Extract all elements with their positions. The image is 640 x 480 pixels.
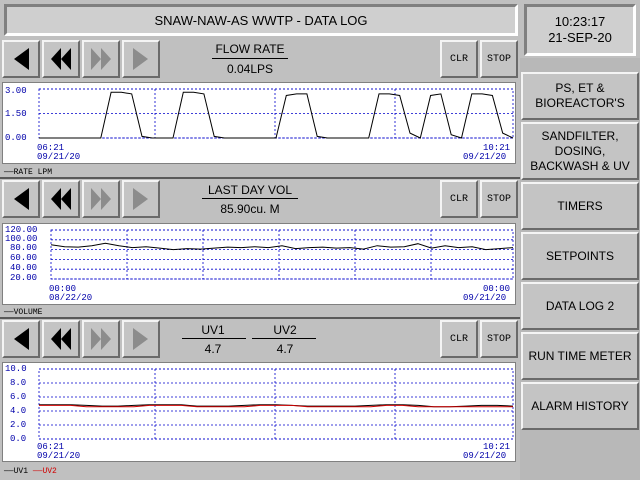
uv2-label: UV2 <box>273 323 297 337</box>
flow-rate-label: FLOW RATE <box>215 42 285 56</box>
legend-uv1: UV1 <box>13 467 29 476</box>
fast-back-button[interactable] <box>42 180 80 218</box>
arrow-right-icon <box>133 48 148 70</box>
y-tick: 10.0 <box>5 364 27 374</box>
scroll-left-button[interactable] <box>2 180 40 218</box>
y-tick: 3.00 <box>5 86 27 96</box>
uv2-value: 4.7 <box>276 342 294 356</box>
window-title: SNAW-NAW-AS WWTP - DATA LOG <box>4 4 518 36</box>
flow-rate-value: 0.04LPS <box>226 62 274 76</box>
double-arrow-right-icon <box>91 48 111 70</box>
arrow-left-icon <box>14 328 29 350</box>
menu-label: TIMERS <box>557 198 603 213</box>
legend-volume: ——VOLUME <box>4 308 43 317</box>
clock-date: 21-SEP-20 <box>548 30 612 45</box>
x-end-date: 09/21/20 <box>463 293 507 303</box>
x-start-date: 09/21/20 <box>37 451 81 461</box>
uv-plot <box>38 368 514 440</box>
plot-frame <box>50 229 514 280</box>
menu-label: SETPOINTS <box>545 248 614 263</box>
y-tick: 20.00 <box>10 273 38 283</box>
volume-chart: 120.00 100.00 80.00 60.00 40.00 20.00 00… <box>2 223 516 305</box>
y-tick: 0.0 <box>10 434 27 444</box>
menu-label: PS, ET & BIOREACTOR'S <box>535 81 625 110</box>
arrow-right-icon <box>133 328 148 350</box>
menu-label: RUN TIME METER <box>528 348 632 363</box>
menu-timers-button[interactable]: TIMERS <box>521 182 639 230</box>
scroll-left-button[interactable] <box>2 40 40 78</box>
volume-plot <box>50 229 514 280</box>
menu-label: ALARM HISTORY <box>531 398 629 413</box>
stop-button-1[interactable]: STOP <box>480 40 518 78</box>
legend-rate: ——RATE LPM <box>4 168 53 177</box>
fast-back-button[interactable] <box>42 40 80 78</box>
x-start-date: 09/21/20 <box>37 152 81 162</box>
menu-ps-et-bioreactors-button[interactable]: PS, ET & BIOREACTOR'S <box>521 72 639 120</box>
scroll-left-button[interactable] <box>2 320 40 358</box>
menu-alarm-history-button[interactable]: ALARM HISTORY <box>521 382 639 430</box>
flow-rate-chart: 3.00 1.50 0.00 06:21 09/21/20 10:21 09/2… <box>2 82 516 164</box>
y-tick: 1.50 <box>5 109 27 119</box>
clr-button-3[interactable]: CLR <box>440 320 478 358</box>
y-tick: 8.0 <box>10 378 27 388</box>
legend-uv: ——UV1 ——UV2 <box>4 467 57 476</box>
series-line-series-0 <box>39 91 514 139</box>
y-tick: 40.00 <box>10 263 38 273</box>
clock-display: 10:23:17 21-SEP-20 <box>524 4 636 56</box>
x-end-date: 09/21/20 <box>463 152 507 162</box>
menu-label: SANDFILTER, DOSING, BACKWASH & UV <box>530 128 630 173</box>
legend-uv2: UV2 <box>42 467 57 476</box>
legend-label: VOLUME <box>13 308 43 317</box>
legend-label: RATE LPM <box>13 168 53 177</box>
legend-uv2-line: —— <box>32 467 43 476</box>
stop-button-3[interactable]: STOP <box>480 320 518 358</box>
series-line-series-0 <box>50 242 514 251</box>
scroll-right-button[interactable] <box>122 320 160 358</box>
fast-forward-button[interactable] <box>82 40 120 78</box>
x-end-date: 09/21/20 <box>463 451 507 461</box>
uv1-label: UV1 <box>201 323 225 337</box>
uv-chart: 10.0 8.0 6.0 4.0 2.0 0.0 06:21 09/21/20 … <box>2 362 516 462</box>
y-tick: 80.00 <box>10 243 38 253</box>
clr-button-2[interactable]: CLR <box>440 180 478 218</box>
x-start-date: 08/22/20 <box>49 293 93 303</box>
stop-button-2[interactable]: STOP <box>480 180 518 218</box>
menu-setpoints-button[interactable]: SETPOINTS <box>521 232 639 280</box>
clock-time: 10:23:17 <box>554 14 606 29</box>
last-day-vol-label: LAST DAY VOL <box>207 183 293 197</box>
flow-rate-plot <box>38 88 514 139</box>
menu-sandfilter-button[interactable]: SANDFILTER, DOSING, BACKWASH & UV <box>521 122 639 180</box>
y-tick: 6.0 <box>10 392 27 402</box>
panel-divider <box>0 317 520 319</box>
scroll-right-button[interactable] <box>122 40 160 78</box>
uv1-value: 4.7 <box>204 342 222 356</box>
double-arrow-left-icon <box>51 48 71 70</box>
double-arrow-right-icon <box>91 328 111 350</box>
y-tick: 4.0 <box>10 406 27 416</box>
clr-button-1[interactable]: CLR <box>440 40 478 78</box>
arrow-right-icon <box>133 188 148 210</box>
double-arrow-right-icon <box>91 188 111 210</box>
y-tick: 0.00 <box>5 133 27 143</box>
menu-data-log-2-button[interactable]: DATA LOG 2 <box>521 282 639 330</box>
fast-forward-button[interactable] <box>82 320 120 358</box>
fast-forward-button[interactable] <box>82 180 120 218</box>
last-day-vol-value: 85.90cu. M <box>220 202 280 216</box>
double-arrow-left-icon <box>51 328 71 350</box>
scroll-right-button[interactable] <box>122 180 160 218</box>
double-arrow-left-icon <box>51 188 71 210</box>
panel-divider <box>0 177 520 179</box>
arrow-left-icon <box>14 188 29 210</box>
plot-frame <box>38 368 514 440</box>
menu-run-time-meter-button[interactable]: RUN TIME METER <box>521 332 639 380</box>
arrow-left-icon <box>14 48 29 70</box>
y-tick: 60.00 <box>10 253 38 263</box>
menu-label: DATA LOG 2 <box>545 298 615 313</box>
y-tick: 2.0 <box>10 420 27 430</box>
fast-back-button[interactable] <box>42 320 80 358</box>
